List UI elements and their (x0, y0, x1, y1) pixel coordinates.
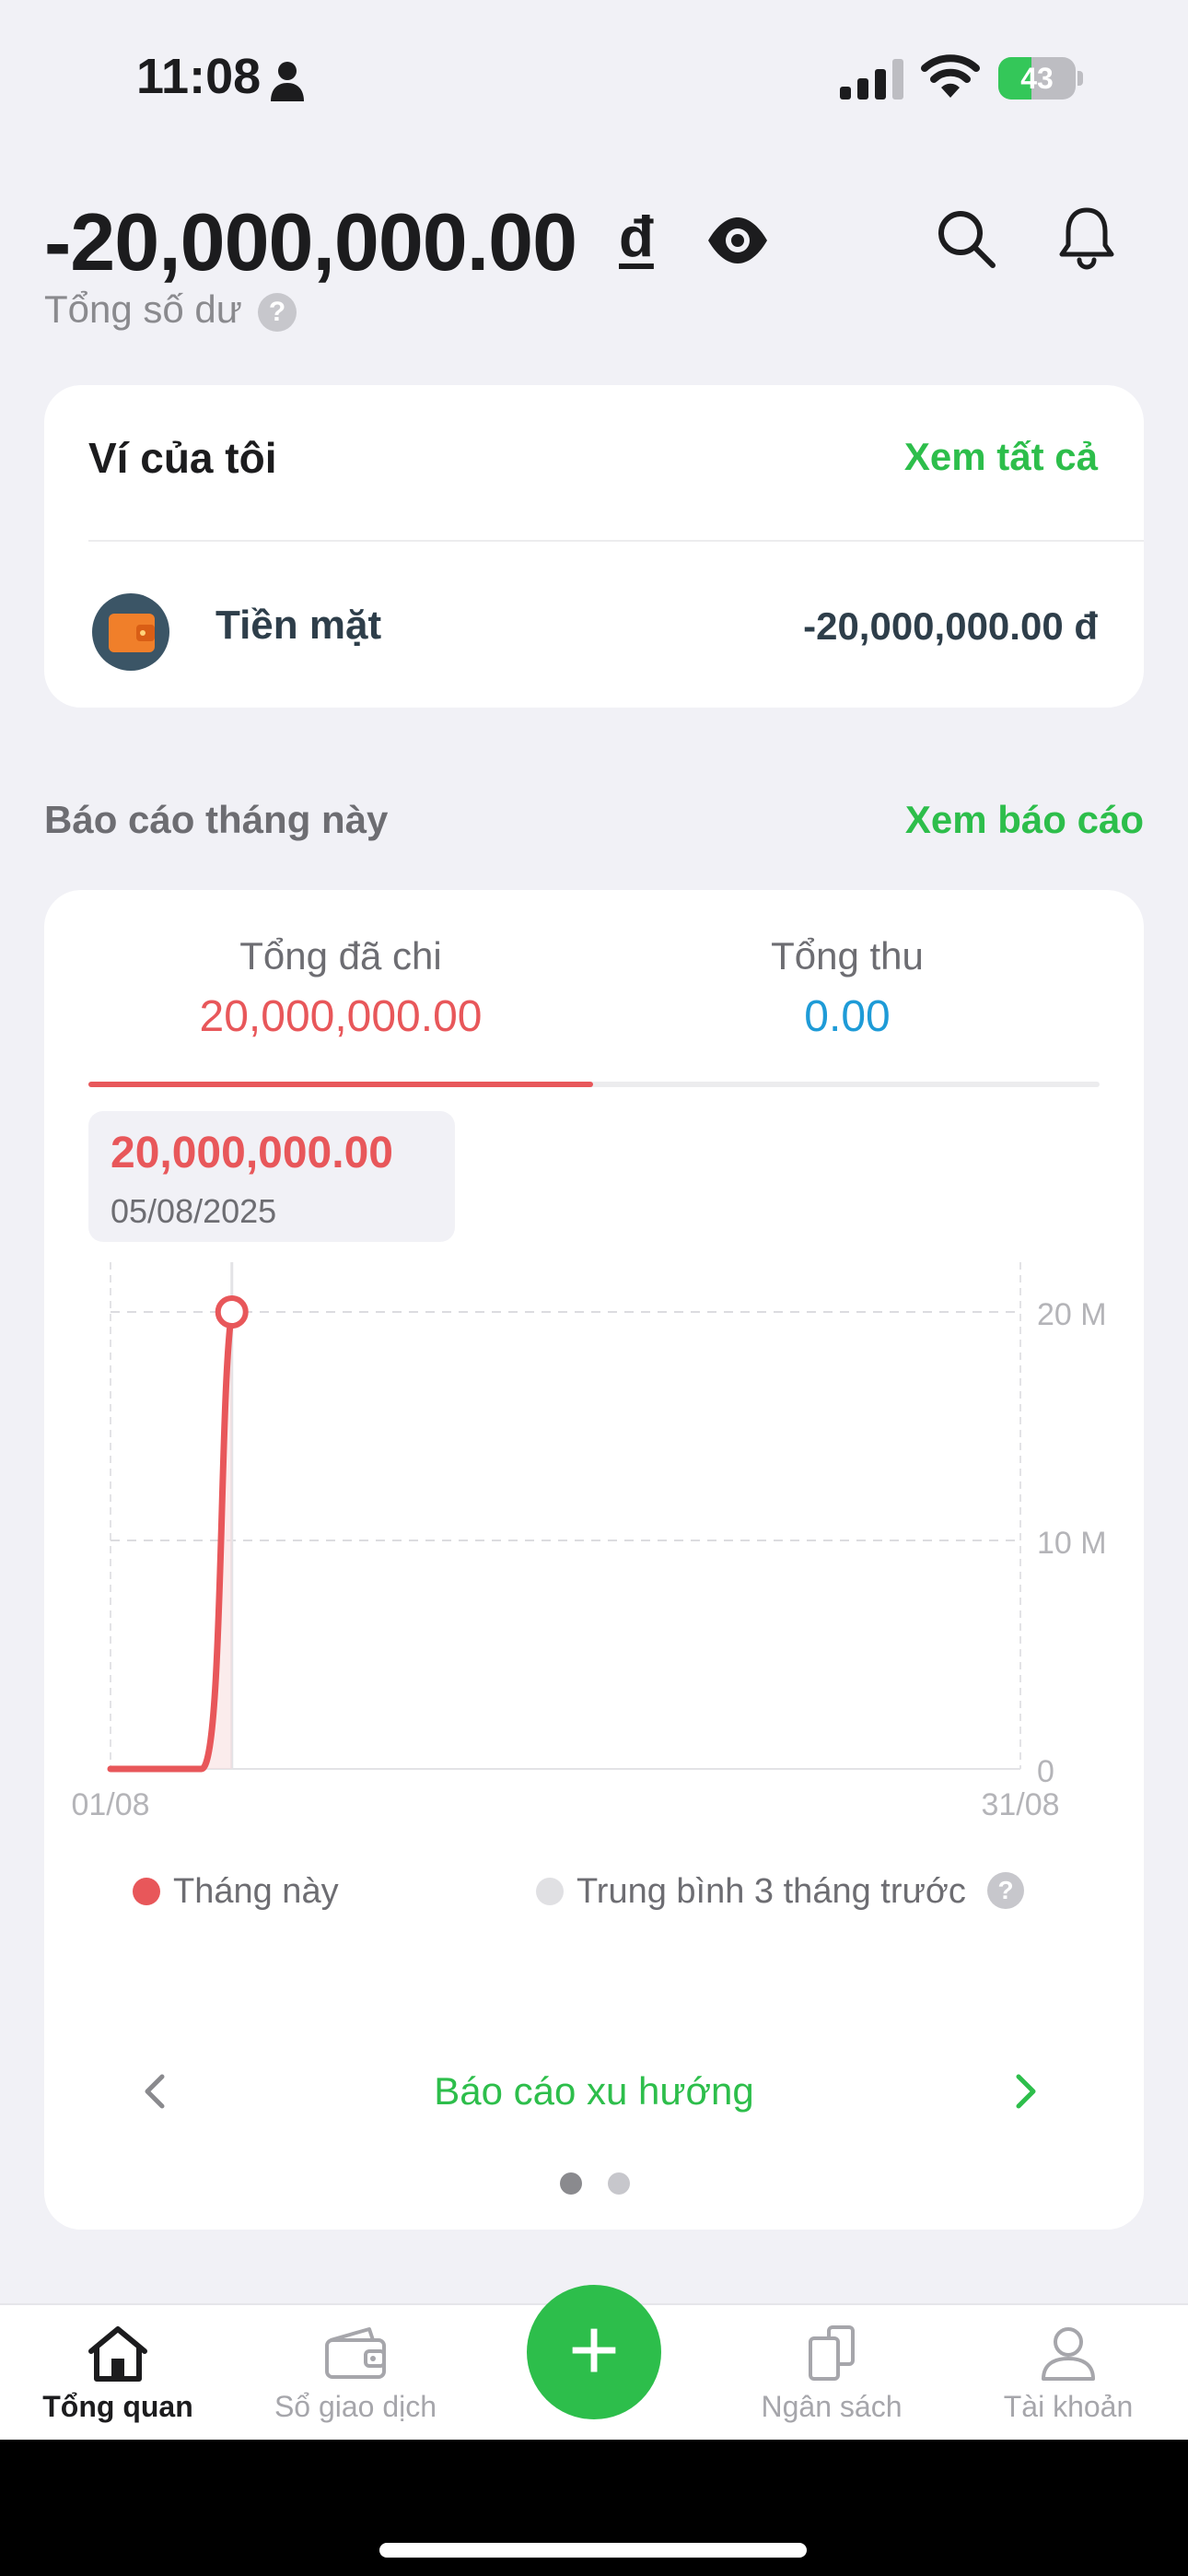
tooltip-value: 20,000,000.00 (111, 1129, 393, 1177)
legend-3-month-average: Trung bình 3 tháng trước (536, 1872, 966, 1912)
budget-icon (809, 2325, 855, 2381)
status-time: 11:08 (136, 49, 262, 104)
chart-y-tick-label: 20 M (1037, 1297, 1107, 1332)
tab-transactions-label: Sổ giao dịch (274, 2390, 437, 2423)
battery-percent: 43 (1020, 62, 1054, 95)
legend-label-average: Trung bình 3 tháng trước (577, 1872, 966, 1911)
monthly-report-heading: Báo cáo tháng này (44, 798, 389, 841)
wallets-see-all-link[interactable]: Xem tất cả (904, 435, 1098, 479)
wallet-icon (92, 593, 169, 671)
chart-y-tick-label: 0 (1037, 1754, 1054, 1789)
tab-budget-label: Ngân sách (761, 2390, 903, 2423)
add-transaction-button[interactable]: + (527, 2285, 661, 2419)
chart-tooltip: 20,000,000.00 05/08/2025 (88, 1111, 455, 1242)
wallet-icon (325, 2327, 386, 2379)
app-screen: 11:08 43 -20,000,000.00 đ Tổng số dư ? V… (0, 0, 1188, 2576)
tab-overview-label: Tổng quan (42, 2390, 193, 2423)
expense-line-chart[interactable]: 20 M 10 M 0 01/08 31/08 (44, 890, 1144, 2230)
bell-icon[interactable] (1057, 205, 1116, 271)
total-balance-label: Tổng số dư (44, 287, 242, 331)
person-icon (271, 62, 304, 101)
monthly-report-card: Tổng đã chi 20,000,000.00 Tổng thu 0.00 … (44, 890, 1144, 2230)
battery-charging-icon: 43 (998, 57, 1083, 100)
legend-dot-this-month (133, 1878, 160, 1905)
legend-help-icon[interactable]: ? (987, 1872, 1024, 1909)
wallets-title: Ví của tôi (88, 434, 277, 482)
plus-icon: + (567, 2301, 621, 2399)
total-balance-amount: -20,000,000.00 (44, 196, 577, 287)
search-icon[interactable] (936, 208, 996, 269)
page-indicator (560, 2172, 634, 2195)
page-dot[interactable] (560, 2172, 582, 2195)
home-indicator (379, 2543, 807, 2558)
legend-label-this-month: Tháng này (173, 1872, 339, 1911)
chevron-right-icon[interactable] (1007, 2064, 1044, 2119)
trend-report-link[interactable]: Báo cáo xu hướng (44, 2069, 1144, 2113)
tab-account[interactable]: Tài khoản (953, 2324, 1183, 2424)
legend-dot-average (536, 1878, 564, 1905)
view-report-link[interactable]: Xem báo cáo (905, 798, 1144, 842)
tab-overview[interactable]: Tổng quan (3, 2324, 233, 2424)
tab-transactions[interactable]: Sổ giao dịch (240, 2324, 471, 2424)
eye-icon[interactable] (705, 212, 770, 269)
page-dot[interactable] (608, 2172, 630, 2195)
chart-data-point (215, 1295, 249, 1329)
account-icon (1042, 2327, 1095, 2381)
tooltip-date: 05/08/2025 (111, 1192, 277, 1230)
wallet-amount: -20,000,000.00 đ (803, 604, 1098, 648)
balance-currency: đ (619, 205, 654, 269)
status-bar: 11:08 43 (0, 0, 1188, 147)
my-wallets-card: Ví của tôi Xem tất cả Tiền mặt -20,000,0… (44, 385, 1144, 708)
wifi-icon (921, 54, 980, 98)
balance-help-icon[interactable]: ? (258, 293, 297, 332)
chart-x-end-label: 31/08 (981, 1787, 1059, 1822)
chart-x-start-label: 01/08 (71, 1787, 149, 1822)
signal-icon (840, 59, 903, 100)
home-icon (88, 2326, 147, 2382)
tab-account-label: Tài khoản (1003, 2390, 1134, 2423)
tab-budget[interactable]: Ngân sách (716, 2324, 947, 2424)
wallet-row-cash[interactable]: Tiền mặt -20,000,000.00 đ (44, 542, 1144, 708)
legend-this-month: Tháng này (133, 1872, 339, 1912)
wallet-name: Tiền mặt (215, 603, 382, 648)
chart-y-tick-label: 10 M (1037, 1526, 1107, 1561)
